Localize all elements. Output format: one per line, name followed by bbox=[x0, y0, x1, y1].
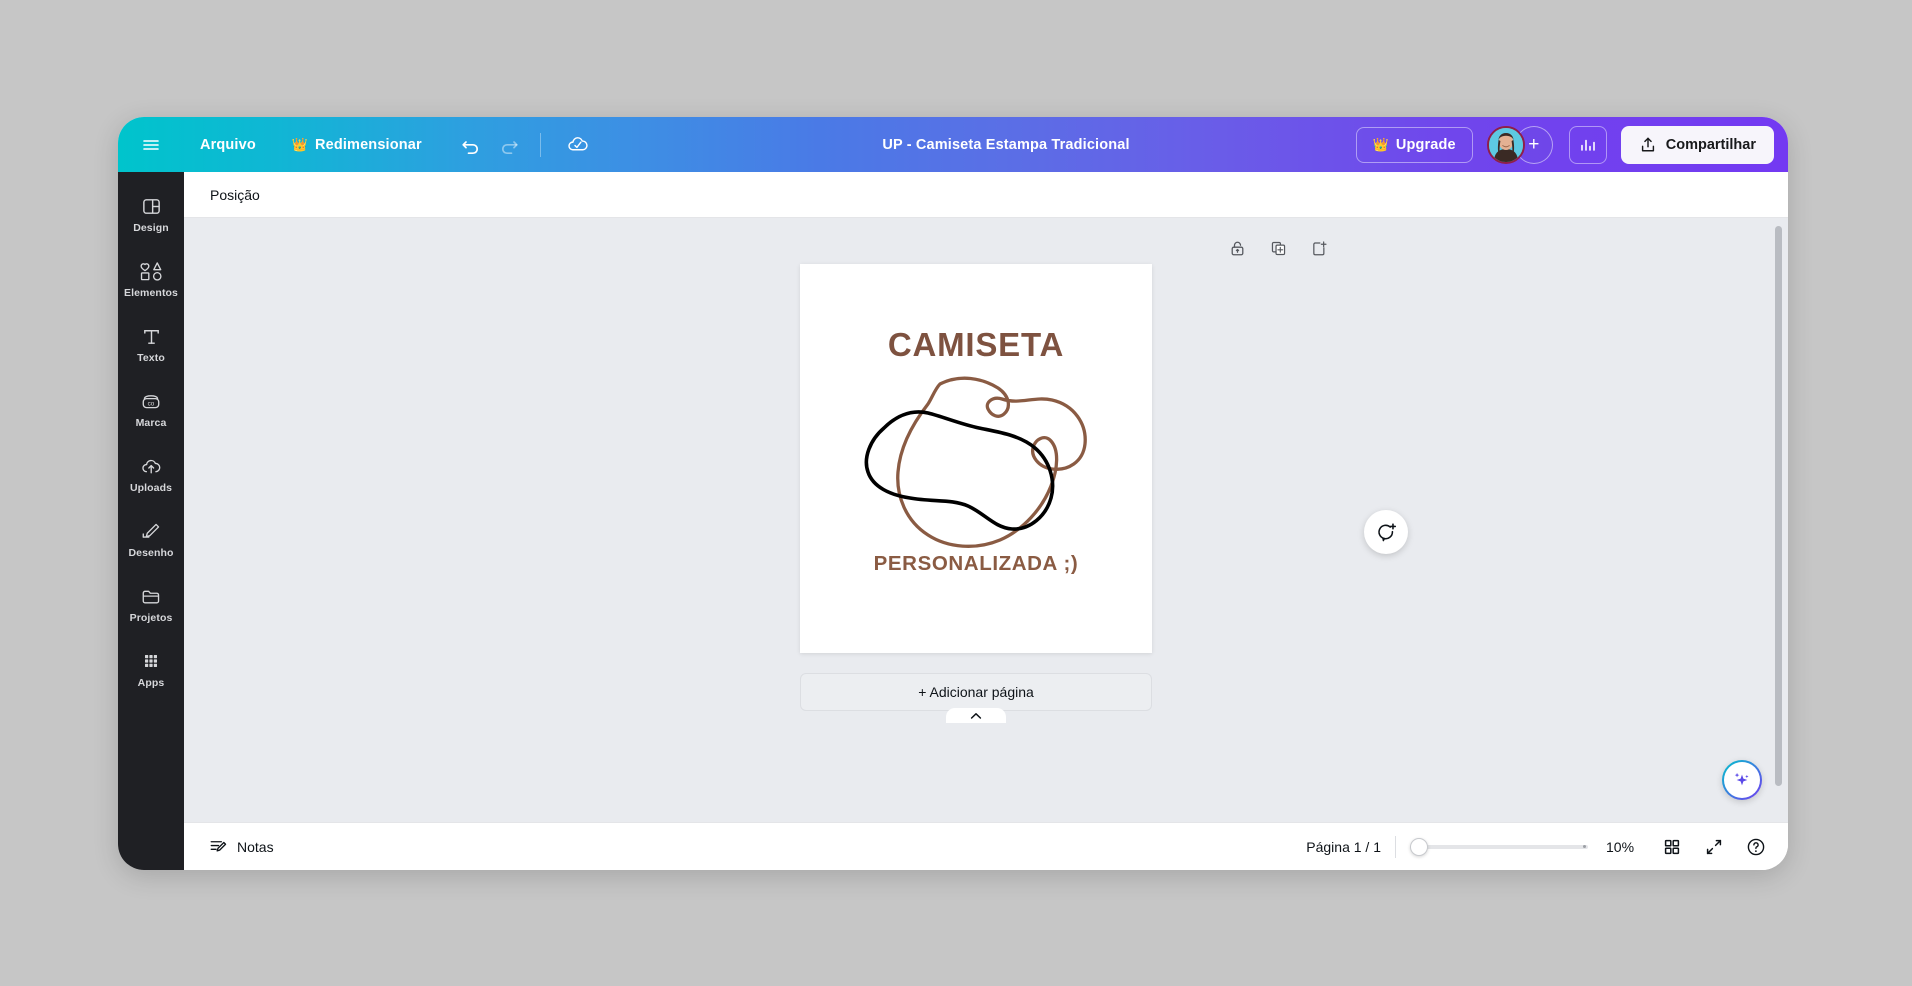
add-page-button[interactable]: + Adicionar página bbox=[800, 673, 1152, 711]
chevron-up-icon bbox=[970, 712, 982, 719]
sidebar-item-label: Desenho bbox=[128, 547, 174, 559]
blob-graphic[interactable] bbox=[848, 372, 1098, 554]
canva-editor-window: Arquivo 👑 Redimensionar UP - Camiseta Es… bbox=[118, 117, 1788, 870]
add-comment-icon bbox=[1378, 523, 1397, 542]
notes-pencil-icon bbox=[210, 841, 227, 852]
hamburger-icon bbox=[143, 139, 159, 150]
add-comment-button[interactable] bbox=[1364, 510, 1408, 554]
file-menu-label: Arquivo bbox=[200, 136, 256, 153]
redo-icon bbox=[501, 140, 518, 154]
sidebar-item-desenho[interactable]: Desenho bbox=[118, 507, 184, 572]
undo-redo-group bbox=[454, 128, 595, 162]
share-button[interactable]: Compartilhar bbox=[1620, 125, 1774, 164]
redo-button[interactable] bbox=[492, 128, 526, 162]
design-subtitle-text[interactable]: PERSONALIZADA ;) bbox=[800, 552, 1152, 576]
crown-icon: 👑 bbox=[291, 137, 309, 152]
layout-panel-icon bbox=[141, 195, 162, 217]
blob-shapes-icon bbox=[864, 376, 1087, 548]
help-question-icon bbox=[1747, 838, 1765, 855]
header-divider bbox=[539, 132, 541, 157]
sidebar-item-label: Apps bbox=[137, 677, 165, 689]
sidebar-item-label: Uploads bbox=[129, 482, 173, 494]
add-page-icon bbox=[1312, 240, 1327, 255]
sidebar-item-label: Marca bbox=[135, 417, 167, 429]
sidebar-item-marca[interactable]: co Marca bbox=[118, 377, 184, 442]
lock-page-button[interactable] bbox=[1225, 236, 1249, 260]
zoom-slider-end-dot bbox=[1583, 845, 1586, 848]
app-header: Arquivo 👑 Redimensionar UP - Camiseta Es… bbox=[118, 117, 1788, 172]
page-counter: Página 1 / 1 bbox=[1306, 838, 1381, 855]
file-menu-button[interactable]: Arquivo bbox=[190, 129, 266, 161]
bar-chart-icon bbox=[1580, 139, 1595, 151]
notes-button[interactable]: Notas bbox=[199, 831, 284, 862]
bottom-right-group: Página 1 / 1 10% bbox=[1306, 831, 1772, 863]
context-toolbar: Posição bbox=[184, 172, 1788, 218]
page-tools-group bbox=[1225, 236, 1331, 260]
folder-icon bbox=[140, 585, 162, 607]
sidebar-item-label: Texto bbox=[137, 352, 165, 364]
canvas-scrollbar[interactable] bbox=[1775, 226, 1782, 786]
bottom-divider bbox=[1395, 835, 1396, 858]
magic-assistant-button[interactable] bbox=[1722, 760, 1762, 800]
help-button[interactable] bbox=[1740, 831, 1772, 863]
sidebar-item-label: Elementos bbox=[124, 287, 178, 299]
share-label: Compartilhar bbox=[1665, 136, 1756, 153]
avatar-photo-icon bbox=[1488, 127, 1523, 162]
svg-text:co: co bbox=[148, 400, 155, 407]
sidebar-item-apps[interactable]: Apps bbox=[118, 637, 184, 702]
resize-label: Redimensionar bbox=[315, 136, 422, 153]
design-title-text[interactable]: CAMISETA bbox=[800, 326, 1152, 364]
bottom-bar: Notas Página 1 / 1 10% bbox=[184, 822, 1788, 870]
zoom-level-value[interactable]: 10% bbox=[1606, 839, 1646, 855]
crown-icon: 👑 bbox=[1372, 137, 1389, 152]
hamburger-menu-button[interactable] bbox=[134, 128, 168, 162]
collaborators-group: + bbox=[1486, 125, 1559, 164]
resize-button[interactable]: 👑 Redimensionar bbox=[282, 130, 432, 160]
sidebar-item-texto[interactable]: Texto bbox=[118, 312, 184, 377]
undo-icon bbox=[462, 140, 478, 154]
add-page-button-top[interactable] bbox=[1307, 236, 1331, 260]
undo-button[interactable] bbox=[454, 128, 488, 162]
position-button[interactable]: Posição bbox=[199, 181, 271, 209]
zoom-slider[interactable] bbox=[1410, 837, 1588, 856]
grid-view-button[interactable] bbox=[1656, 831, 1688, 863]
fullscreen-button[interactable] bbox=[1698, 831, 1730, 863]
fullscreen-expand-icon bbox=[1706, 839, 1722, 854]
sidebar-item-elementos[interactable]: Elementos bbox=[118, 247, 184, 312]
sidebar-item-label: Design bbox=[133, 222, 169, 234]
toggle-pages-panel-button[interactable] bbox=[946, 708, 1006, 723]
stats-button[interactable] bbox=[1568, 125, 1607, 164]
brand-kit-icon: co bbox=[140, 390, 162, 412]
zoom-slider-knob[interactable] bbox=[1410, 837, 1428, 856]
pen-draw-icon bbox=[140, 520, 162, 542]
sidebar-item-design[interactable]: Design bbox=[118, 182, 184, 247]
zoom-slider-track bbox=[1410, 844, 1588, 849]
lock-icon bbox=[1231, 241, 1243, 255]
grid-apps-icon bbox=[141, 650, 161, 672]
text-t-icon bbox=[141, 325, 162, 347]
cloud-saved-icon bbox=[568, 137, 588, 151]
grid-view-icon bbox=[1664, 839, 1680, 854]
canvas-area[interactable]: CAMISETA PERSONALIZADA ;) + Adicionar pá… bbox=[184, 218, 1788, 822]
cloud-upload-icon bbox=[140, 455, 163, 477]
sidebar-item-projetos[interactable]: Projetos bbox=[118, 572, 184, 637]
upgrade-label: Upgrade bbox=[1395, 136, 1456, 153]
avatar[interactable] bbox=[1486, 125, 1525, 164]
magic-sparkle-icon bbox=[1734, 772, 1749, 786]
design-page[interactable]: CAMISETA PERSONALIZADA ;) bbox=[800, 264, 1152, 653]
main-pane: Posição CAMISETA PERSONALIZADA ;) + Adic… bbox=[184, 172, 1788, 870]
shapes-icon bbox=[139, 260, 163, 282]
share-upload-icon bbox=[1641, 137, 1654, 151]
notes-label: Notas bbox=[237, 838, 274, 855]
document-title[interactable]: UP - Camiseta Estampa Tradicional bbox=[882, 137, 1129, 153]
upgrade-button[interactable]: 👑 Upgrade bbox=[1355, 126, 1473, 163]
cloud-sync-button[interactable] bbox=[561, 128, 595, 162]
header-right-group: 👑 Upgrade + Compartilhar bbox=[1355, 125, 1774, 164]
sidebar-item-label: Projetos bbox=[129, 612, 173, 624]
duplicate-page-button[interactable] bbox=[1266, 236, 1290, 260]
duplicate-page-icon bbox=[1271, 241, 1285, 255]
sidebar-item-uploads[interactable]: Uploads bbox=[118, 442, 184, 507]
left-sidebar: Design Elementos Texto co Marca Uploads … bbox=[118, 172, 184, 870]
